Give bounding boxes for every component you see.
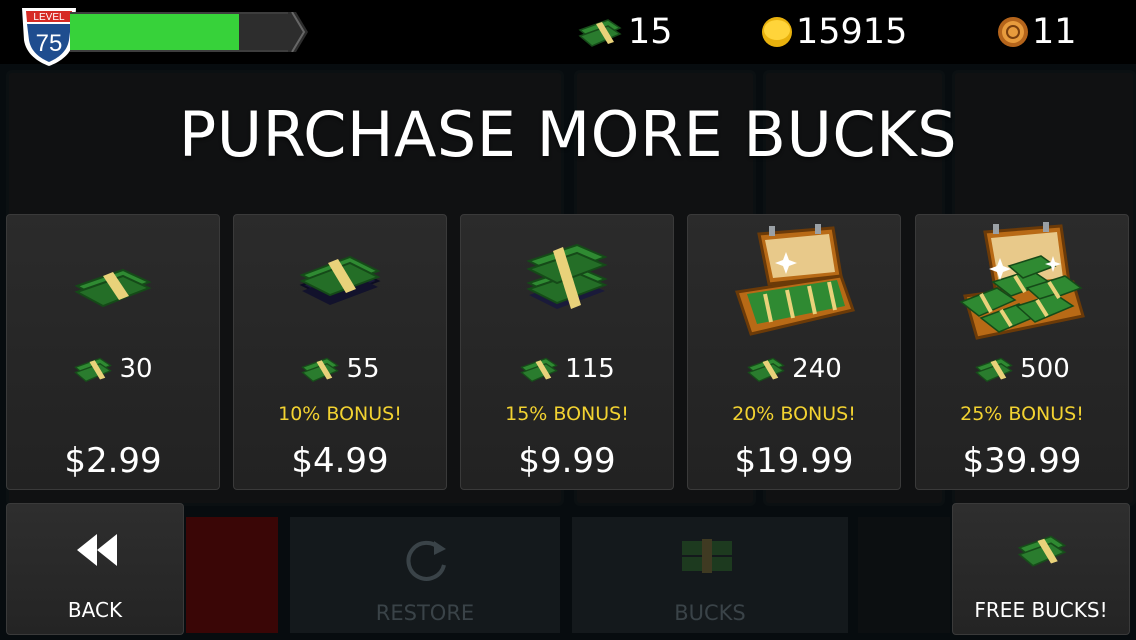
- xp-progress-bar: [70, 12, 292, 52]
- cash-briefcase-icon: [735, 224, 855, 336]
- bucks-bundle-card-2[interactable]: 55 10% BONUS! $4.99: [233, 214, 447, 490]
- bucks-bundle-card-3[interactable]: 115 15% BONUS! $9.99: [460, 214, 674, 490]
- bundle-amount-row: 55: [234, 351, 446, 387]
- page-title: PURCHASE MORE BUCKS: [178, 98, 958, 171]
- bucks-tab: BUCKS: [572, 517, 848, 633]
- bundle-amount: 30: [119, 354, 153, 384]
- cash-stack-icon: [74, 357, 113, 383]
- cash-stack-icon: [301, 357, 340, 383]
- refresh-icon: [406, 540, 446, 581]
- free-bucks-button[interactable]: FREE BUCKS!: [952, 503, 1130, 635]
- bucks-bundle-card-4[interactable]: 240 20% BONUS! $19.99: [687, 214, 901, 490]
- bundle-amount: 115: [565, 354, 615, 384]
- bundle-amount-row: 240: [688, 351, 900, 387]
- bucks-count: 15: [628, 12, 673, 52]
- restore-button: RESTORE: [290, 517, 560, 633]
- bundle-price: $4.99: [291, 441, 389, 481]
- bg-red-tab: [186, 517, 278, 633]
- bundle-art: [7, 223, 219, 345]
- bundle-art: [688, 223, 900, 345]
- bundle-amount: 500: [1020, 354, 1070, 384]
- top-hud: LEVEL 75 15 15915 11: [0, 0, 1136, 66]
- bg-dark-tab: [858, 517, 950, 633]
- bucks-tab-label: BUCKS: [674, 601, 746, 625]
- bundle-art: [916, 222, 1128, 345]
- bronze-token-icon: [998, 17, 1028, 47]
- bucks-bundle-card-5[interactable]: 500 25% BONUS! $39.99: [915, 214, 1129, 490]
- level-value: 75: [36, 30, 63, 57]
- bucks-balance: 15: [578, 8, 673, 56]
- restore-label: RESTORE: [375, 601, 475, 625]
- bundle-bonus: 10% BONUS!: [278, 403, 402, 425]
- back-button[interactable]: BACK: [6, 503, 184, 635]
- bundle-price: $39.99: [962, 441, 1082, 481]
- level-label: LEVEL: [33, 12, 65, 23]
- xp-progress-fill: [70, 14, 239, 50]
- gold-coin-icon: [762, 17, 792, 47]
- tokens-count: 11: [1032, 12, 1077, 52]
- cash-stack-icon: [975, 357, 1014, 383]
- back-label: BACK: [67, 598, 123, 622]
- bucks-bundle-card-1[interactable]: 30 $2.99: [6, 214, 220, 490]
- bundle-bonus: 15% BONUS!: [505, 403, 629, 425]
- coins-balance: 15915: [760, 8, 907, 56]
- double-chevron-left-icon: [77, 534, 117, 566]
- free-bucks-label: FREE BUCKS!: [974, 598, 1108, 622]
- bundle-price: $2.99: [64, 441, 162, 481]
- cash-stack-icon: [520, 357, 559, 383]
- cash-stack-icon: [1017, 535, 1067, 567]
- xp-bar-arrow-icon: [288, 12, 308, 52]
- double-cash-stack-icon: [299, 255, 381, 305]
- coins-count: 15915: [796, 12, 908, 52]
- cash-stack-icon: [682, 539, 732, 573]
- bundle-amount: 240: [792, 354, 842, 384]
- bundle-price: $9.99: [518, 441, 616, 481]
- bundle-amount-row: 30: [7, 351, 219, 387]
- bundle-amount-row: 115: [461, 351, 673, 387]
- bundle-amount-row: 500: [916, 351, 1128, 387]
- bundle-amount: 55: [346, 354, 380, 384]
- bundle-bonus: 25% BONUS!: [960, 403, 1084, 425]
- triple-cash-stack-icon: [526, 243, 608, 309]
- bundle-price: $19.99: [734, 441, 854, 481]
- overflowing-briefcase-icon: [959, 222, 1085, 340]
- single-cash-stack-icon: [74, 268, 152, 308]
- tokens-balance: 11: [996, 8, 1077, 56]
- bundle-art: [461, 223, 673, 345]
- cash-stack-icon: [747, 357, 786, 383]
- bundle-art: [234, 223, 446, 345]
- cash-stack-icon: [578, 19, 622, 47]
- bundle-bonus: 20% BONUS!: [732, 403, 856, 425]
